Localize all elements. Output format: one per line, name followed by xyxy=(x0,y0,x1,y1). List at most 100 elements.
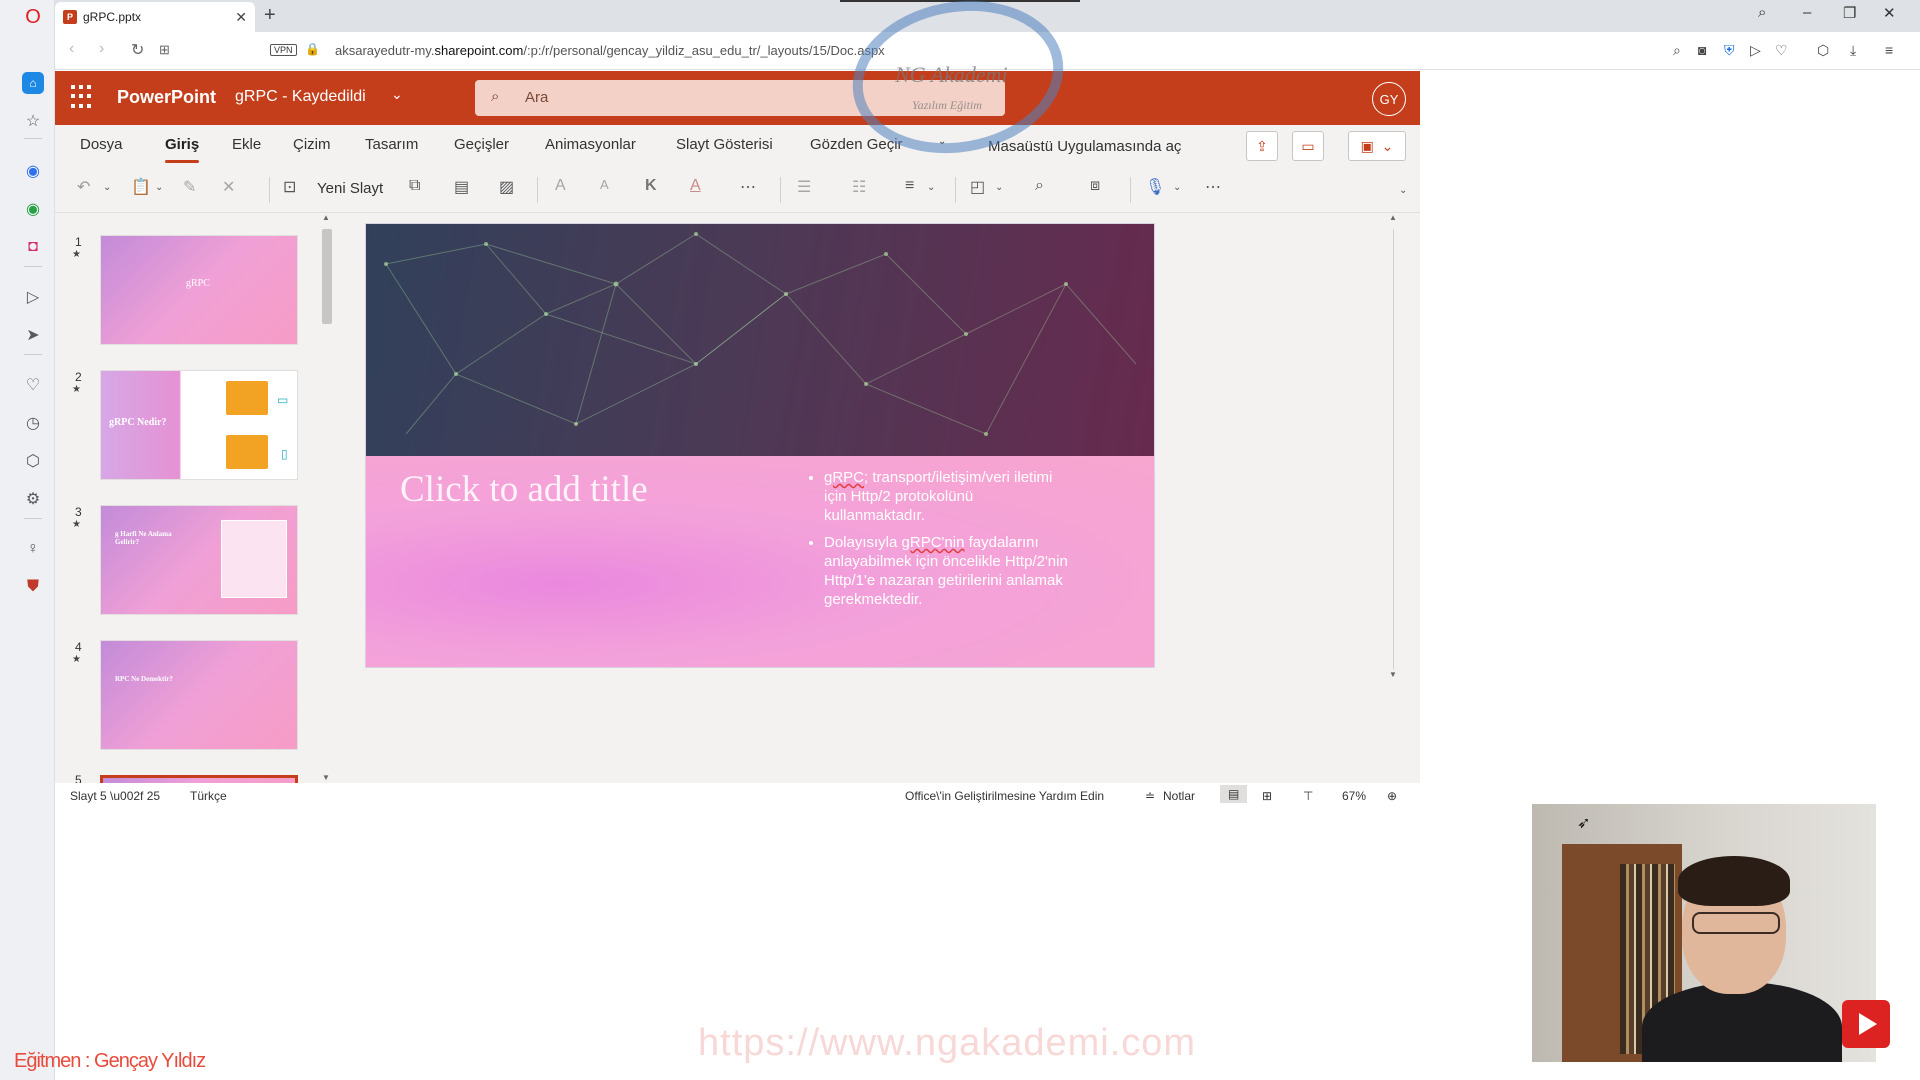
more-options-icon[interactable]: ⋯ xyxy=(1205,177,1221,197)
home-icon[interactable]: ⌂ xyxy=(22,72,44,94)
send-icon[interactable]: ➤ xyxy=(22,324,44,346)
menu-icon[interactable]: ≡ xyxy=(1885,42,1893,58)
new-tab-button[interactable]: + xyxy=(264,4,276,27)
language-status[interactable]: Türkçe xyxy=(190,789,227,803)
scroll-down-icon[interactable]: ▼ xyxy=(322,773,330,782)
whatsapp-icon[interactable]: ◉ xyxy=(22,198,44,220)
notes-button[interactable]: Notlar xyxy=(1163,789,1195,803)
thumbnails-scrollbar[interactable]: ▲ ▼ xyxy=(320,213,334,783)
shield-check-icon[interactable]: ⛨ xyxy=(1724,42,1735,59)
bold-icon[interactable]: K xyxy=(645,177,657,195)
settings-icon[interactable]: ⚙ xyxy=(22,488,44,510)
chevron-down-icon[interactable]: ⌄ xyxy=(391,86,403,103)
fit-to-window-icon[interactable]: ⊕ xyxy=(1387,789,1397,803)
tab-file[interactable]: Dosya xyxy=(80,136,123,153)
present-button[interactable]: ▣ ⌄ xyxy=(1348,131,1406,161)
scrollbar-track[interactable] xyxy=(1393,229,1394,669)
dictate-icon[interactable]: 🎙 xyxy=(1145,177,1165,197)
player-icon[interactable]: ▷ xyxy=(22,286,44,308)
find-icon[interactable]: ⌕ xyxy=(1035,177,1044,195)
format-painter-icon[interactable]: ✎ xyxy=(183,177,196,197)
bullets-icon[interactable]: ☰ xyxy=(797,177,811,197)
slide-thumbnail-selected[interactable] xyxy=(100,775,298,783)
paste-icon[interactable]: 📋 xyxy=(131,177,151,197)
tab-draw[interactable]: Çizim xyxy=(293,136,331,153)
clock-icon[interactable]: ◷ xyxy=(22,412,44,434)
canvas-scrollbar[interactable]: ▲ ▼ xyxy=(1387,213,1401,783)
slide-thumbnail[interactable]: gRPC Nedir? ▭ ▯ xyxy=(100,370,298,480)
box-icon[interactable]: ⬡ xyxy=(22,450,44,472)
vpn-badge[interactable]: VPN xyxy=(270,44,297,56)
lock-icon[interactable]: 🔒 xyxy=(305,42,320,56)
slide-content-textbox[interactable]: gRPC; transport/iletişim/veri iletimi iç… xyxy=(808,468,1078,617)
open-in-desktop-button[interactable]: Masaüstü Uygulamasında aç xyxy=(988,138,1181,155)
download-icon[interactable]: ⤓ xyxy=(1850,42,1856,59)
collapse-ribbon-icon[interactable]: ⌄ xyxy=(1399,185,1407,196)
help-improve-link[interactable]: Office\'in Geliştirilmesine Yardım Edin xyxy=(905,789,1104,803)
font-grow-icon[interactable]: A xyxy=(555,177,566,195)
numbering-icon[interactable]: ☷ xyxy=(852,177,866,197)
shapes-icon[interactable]: ◰ xyxy=(970,177,985,197)
new-slide-icon[interactable]: ⊡ xyxy=(283,177,296,197)
scroll-down-icon[interactable]: ▼ xyxy=(1389,670,1397,679)
new-slide-button[interactable]: Yeni Slayt xyxy=(317,180,383,197)
send-icon[interactable]: ▷ xyxy=(1750,42,1761,59)
normal-view-icon[interactable]: ▤ xyxy=(1220,785,1248,803)
paste-dropdown-icon[interactable]: ⌄ xyxy=(155,182,163,193)
restore-button[interactable]: ❐ xyxy=(1843,4,1856,22)
more-font-options-icon[interactable]: ⋯ xyxy=(740,177,756,197)
tab-design[interactable]: Tasarım xyxy=(365,136,418,153)
scroll-up-icon[interactable]: ▲ xyxy=(322,213,330,222)
messenger-icon[interactable]: ◉ xyxy=(22,160,44,182)
scroll-up-icon[interactable]: ▲ xyxy=(1389,213,1397,222)
tab-insert[interactable]: Ekle xyxy=(232,136,261,153)
heart-icon[interactable]: ♡ xyxy=(22,374,44,396)
dictate-dropdown-icon[interactable]: ⌄ xyxy=(1173,182,1181,193)
tab-transitions[interactable]: Geçişler xyxy=(454,136,509,153)
minimize-button[interactable]: – xyxy=(1803,4,1811,21)
layout-icon[interactable]: ▤ xyxy=(454,177,469,197)
instagram-icon[interactable]: ◘ xyxy=(22,236,44,258)
font-color-icon[interactable]: A xyxy=(690,177,701,195)
app-launcher-icon[interactable] xyxy=(71,85,95,109)
slide-thumbnail[interactable]: RPC Ne Demektir? xyxy=(100,640,298,750)
url-field[interactable]: aksarayedutr-my.sharepoint.com/:p:/r/per… xyxy=(335,43,885,58)
camera-icon[interactable]: ◙ xyxy=(1698,42,1706,58)
picture-icon[interactable]: ▨ xyxy=(499,177,514,197)
forward-icon[interactable]: › xyxy=(99,40,104,58)
close-tab-icon[interactable]: ✕ xyxy=(235,9,247,26)
reload-icon[interactable]: ↻ xyxy=(131,40,144,60)
browser-tab[interactable]: P gRPC.pptx ✕ xyxy=(55,2,255,32)
scrollbar-thumb[interactable] xyxy=(322,229,332,324)
heart-icon[interactable]: ♡ xyxy=(1775,42,1788,59)
app-name[interactable]: PowerPoint xyxy=(117,87,216,108)
speed-dial-icon[interactable]: ⊞ xyxy=(159,42,170,58)
search-tabs-icon[interactable]: ⌕ xyxy=(1758,4,1766,21)
shapes-dropdown-icon[interactable]: ⌄ xyxy=(995,182,1003,193)
align-dropdown-icon[interactable]: ⌄ xyxy=(927,182,935,193)
tab-animations[interactable]: Animasyonlar xyxy=(545,136,636,153)
shield-icon[interactable]: ⛊ xyxy=(22,576,44,598)
opera-logo-icon[interactable]: O xyxy=(22,6,44,28)
delete-icon[interactable]: ✕ xyxy=(222,177,235,197)
bookmark-icon[interactable]: ☆ xyxy=(22,110,44,132)
font-shrink-icon[interactable]: A xyxy=(600,177,609,192)
slide-thumbnail[interactable]: gRPC xyxy=(100,235,298,345)
back-icon[interactable]: ‹ xyxy=(69,40,74,58)
slide-sorter-icon[interactable]: ⊞ xyxy=(1262,789,1272,803)
align-icon[interactable]: ≡ xyxy=(905,177,914,195)
designer-icon[interactable]: ⧈ xyxy=(1090,177,1100,195)
zoom-level[interactable]: 67% xyxy=(1342,789,1366,803)
slide-thumbnail[interactable]: g Harfi Ne Anlama Gelirir? xyxy=(100,505,298,615)
slide-title-placeholder[interactable]: Click to add title xyxy=(400,468,648,511)
document-title[interactable]: gRPC - Kaydedildi xyxy=(235,88,366,106)
undo-icon[interactable]: ↶ xyxy=(77,177,90,197)
tab-home[interactable]: Giriş xyxy=(165,136,200,163)
notes-icon[interactable]: ≐ xyxy=(1145,789,1155,803)
tab-slideshow[interactable]: Slayt Gösterisi xyxy=(676,136,773,153)
avatar[interactable]: GY xyxy=(1372,82,1406,116)
close-window-button[interactable]: ✕ xyxy=(1883,4,1896,22)
share-button[interactable]: ⇪ xyxy=(1246,131,1278,161)
reading-view-icon[interactable]: ⊤ xyxy=(1303,789,1313,803)
box-icon[interactable]: ⬡ xyxy=(1817,42,1829,59)
